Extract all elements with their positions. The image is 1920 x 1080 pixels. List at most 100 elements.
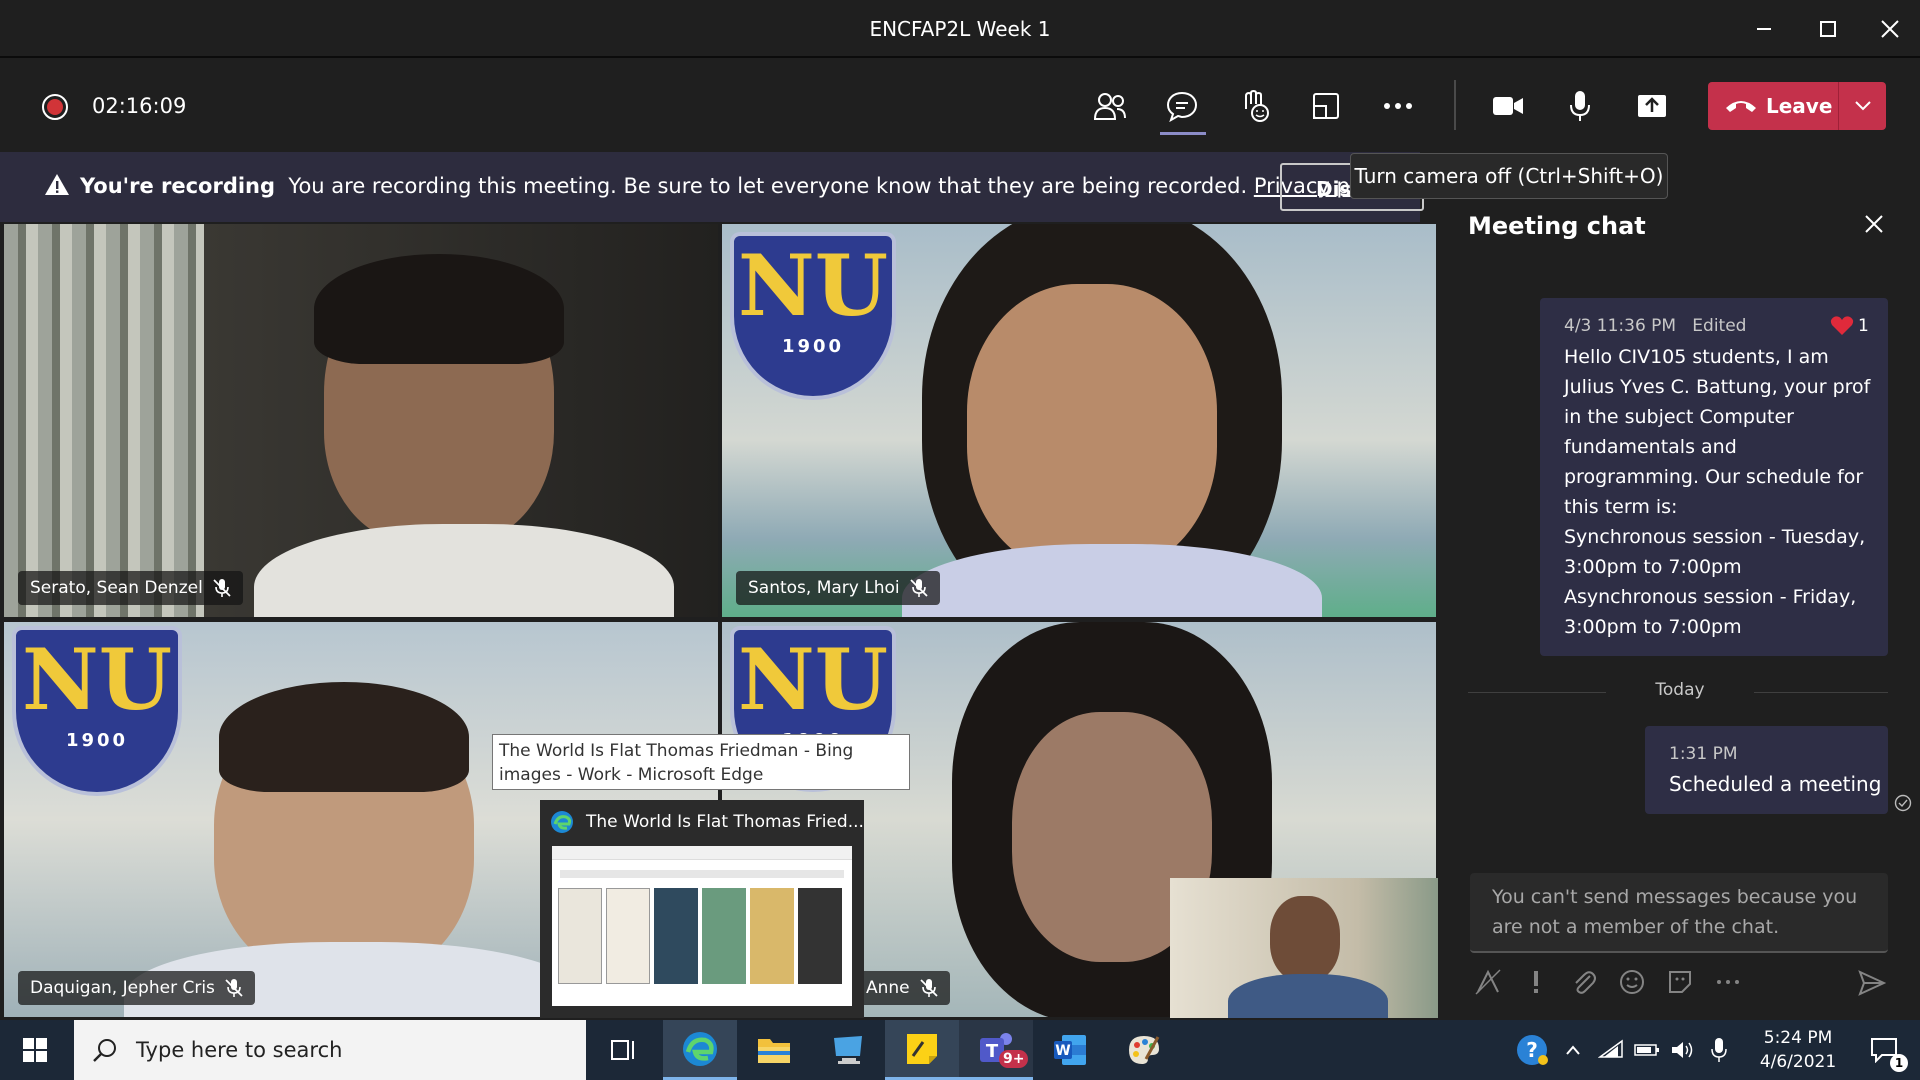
battery-icon (1634, 1044, 1659, 1056)
school-logo: NU 1900 (730, 232, 896, 400)
taskbar-teams[interactable]: T 9+ (959, 1020, 1033, 1080)
leave-label: Leave (1766, 94, 1833, 118)
message-edited-label: Edited (1692, 316, 1747, 336)
people-icon (1093, 93, 1126, 120)
compose-toolbar (1474, 968, 1742, 996)
tray-help[interactable]: ? (1512, 1020, 1552, 1080)
warning-icon (45, 174, 69, 195)
participant-name-tag: Santos, Mary Lhoi (736, 571, 940, 605)
leave-button[interactable]: Leave (1708, 82, 1886, 130)
chat-message: 4/3 11:36 PM Edited 1 Hello CIV105 stude… (1540, 298, 1888, 656)
participant-name-tag: Anne (854, 971, 950, 1005)
teams-badge: 9+ (999, 1050, 1029, 1068)
camera-icon (1493, 97, 1523, 115)
presenter-face (1270, 896, 1340, 982)
chevron-up-icon (1566, 1045, 1580, 1055)
emoji-icon (1620, 970, 1644, 994)
participant-name: Serato, Sean Denzel (30, 578, 203, 598)
reactions-button[interactable] (1232, 84, 1276, 128)
self-view-video[interactable] (1170, 878, 1438, 1018)
tray-battery[interactable] (1630, 1020, 1664, 1080)
taskbar-clock[interactable]: 5:24 PM 4/6/2021 (1748, 1026, 1848, 1074)
close-window-button[interactable] (1862, 10, 1918, 48)
tray-volume[interactable] (1666, 1020, 1700, 1080)
sticker-icon (1669, 971, 1691, 993)
svg-text:W: W (1055, 1043, 1070, 1059)
more-actions-button[interactable] (1376, 84, 1420, 128)
taskbar-word[interactable]: W (1033, 1020, 1107, 1080)
edge-icon (683, 1031, 717, 1066)
edge-window-preview[interactable]: The World Is Flat Thomas Fried... (540, 800, 864, 1018)
banner-text: You're recording You are recording this … (80, 174, 1398, 198)
taskbar-edge[interactable] (663, 1020, 737, 1080)
meeting-timer: 02:16:09 (92, 94, 187, 118)
start-button[interactable] (0, 1020, 70, 1080)
svg-text:T: T (986, 1041, 999, 1062)
more-options-icon (1717, 980, 1739, 984)
hang-up-icon (1726, 101, 1756, 112)
close-icon (1881, 20, 1899, 38)
tray-microphone[interactable] (1702, 1020, 1736, 1080)
video-tile: Serato, Sean Denzel (4, 224, 718, 617)
date-divider: Today (1655, 680, 1705, 700)
camera-tooltip: Turn camera off (Ctrl+Shift+O) (1350, 153, 1668, 199)
raise-hand-icon (1245, 89, 1269, 122)
chat-button[interactable] (1160, 84, 1204, 128)
minimize-icon (1757, 28, 1771, 30)
breakout-rooms-icon (1313, 93, 1339, 119)
seen-check-icon (1894, 794, 1912, 812)
microphone-icon (1570, 91, 1590, 121)
action-center-button[interactable]: 1 (1852, 1020, 1916, 1080)
close-chat-icon[interactable] (1864, 214, 1884, 234)
curtain-background (4, 224, 204, 617)
taskbar-file-explorer[interactable] (737, 1020, 811, 1080)
title-bar: ENCFAP2L Week 1 (0, 0, 1920, 58)
recording-indicator-icon (42, 94, 68, 120)
minimize-button[interactable] (1736, 10, 1792, 48)
edge-preview-thumbnail (552, 846, 852, 1006)
toolbar-divider (1454, 80, 1456, 130)
taskbar-sticky-notes[interactable] (885, 1020, 959, 1080)
edge-window-tooltip: The World Is Flat Thomas Friedman - Bing… (492, 734, 910, 790)
share-tray-icon (1638, 95, 1666, 117)
share-button[interactable] (1630, 84, 1674, 128)
participant-name-tag: Daquigan, Jepher Cris (18, 971, 255, 1005)
word-icon: W (1054, 1035, 1086, 1065)
more-icon (1384, 103, 1412, 109)
taskbar-remote-desktop[interactable] (811, 1020, 885, 1080)
search-icon (93, 1039, 116, 1062)
participants-button[interactable] (1088, 84, 1132, 128)
show-hidden-icons-button[interactable] (1556, 1020, 1590, 1080)
taskbar-paint[interactable] (1107, 1020, 1181, 1080)
participant-name: Daquigan, Jepher Cris (30, 978, 215, 998)
participant-name: Anne (866, 978, 910, 998)
task-view-button[interactable] (586, 1020, 660, 1080)
microphone-in-use-icon (1711, 1038, 1727, 1062)
tray-network[interactable] (1594, 1020, 1628, 1080)
chat-message: 1:31 PM Scheduled a meeting (1645, 726, 1888, 814)
maximize-button[interactable] (1800, 10, 1856, 48)
chat-active-indicator (1160, 132, 1206, 135)
mic-muted-icon (225, 979, 243, 997)
compose-box: You can't send messages because you are … (1470, 873, 1888, 953)
notification-count: 1 (1890, 1054, 1908, 1072)
task-view-icon (611, 1040, 634, 1060)
microphone-button[interactable] (1558, 84, 1602, 128)
banner-bold: You're recording (80, 174, 276, 198)
banner-message: You are recording this meeting. Be sure … (288, 174, 1248, 198)
clock-date: 4/6/2021 (1759, 1052, 1837, 1072)
maximize-icon (1820, 21, 1836, 37)
school-logo: NU 1900 (12, 626, 182, 796)
taskbar-search-box[interactable]: Type here to search (74, 1020, 586, 1080)
rooms-button[interactable] (1304, 84, 1348, 128)
message-text: Hello CIV105 students, I am Julius Yves … (1564, 346, 1871, 638)
svg-text:?: ? (1526, 1038, 1538, 1062)
send-icon (1858, 970, 1886, 996)
mic-muted-icon (909, 579, 928, 597)
mic-muted-icon (920, 979, 938, 997)
camera-button[interactable] (1486, 84, 1530, 128)
priority-icon (1534, 971, 1538, 993)
chat-panel: Meeting chat 4/3 11:36 PM Edited 1 Hello… (1440, 200, 1920, 1020)
recording-banner: You're recording You are recording this … (0, 152, 1424, 222)
attach-icon (1575, 971, 1596, 994)
